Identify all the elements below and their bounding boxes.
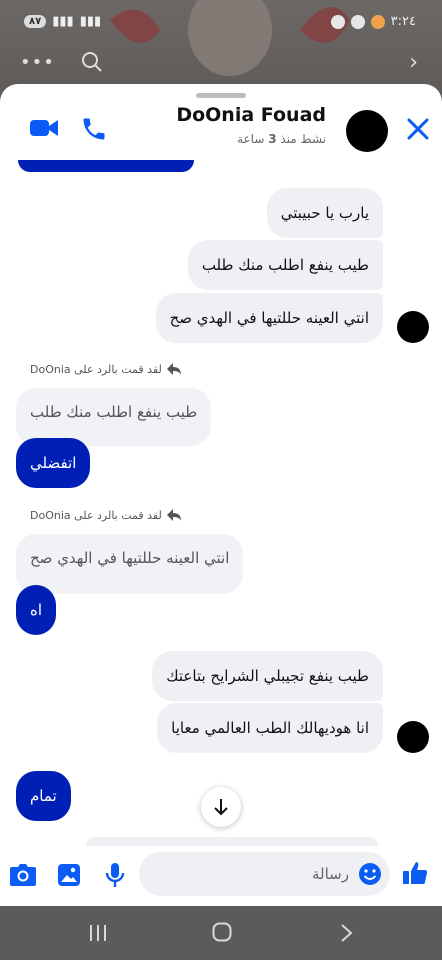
message-input[interactable] (179, 852, 349, 896)
reply-arrow-icon (166, 509, 181, 521)
contact-avatar[interactable] (346, 110, 388, 152)
camera-icon[interactable] (10, 864, 36, 886)
sender-avatar[interactable] (397, 311, 429, 343)
video-call-icon[interactable] (30, 118, 58, 138)
message-outgoing[interactable]: اه (16, 585, 57, 635)
battery-indicator: ٨٧ (24, 15, 47, 28)
message-field[interactable] (139, 852, 390, 896)
recent-apps-icon[interactable] (88, 924, 108, 942)
reply-indicator: لقد قمت بالرد على DoOnia (30, 508, 182, 522)
message-incoming[interactable]: يارب يا حبيبتي (266, 188, 383, 238)
more-options-icon: ••• (20, 52, 55, 73)
active-status: نشط منذ 3 ساعة (237, 132, 326, 146)
reply-indicator: لقد قمت بالرد على DoOnia (30, 362, 182, 376)
messenger-icon (350, 14, 365, 29)
message-outgoing[interactable]: اتفضلي (16, 438, 91, 488)
reply-label: لقد قمت بالرد على DoOnia (30, 362, 162, 376)
clock: ٣:٢٤ (390, 14, 416, 29)
arrow-down-icon (214, 799, 228, 816)
signal-icon: ▮▮▮ (52, 14, 74, 29)
active-suffix: ساعة (237, 132, 265, 146)
app-notification-icon (370, 14, 385, 29)
message-bubble-partial (18, 160, 194, 172)
back-icon[interactable] (340, 923, 354, 943)
phone-call-icon[interactable] (80, 115, 108, 143)
chat-header: DoOnia Fouad نشط منذ 3 ساعة (0, 98, 442, 164)
message-incoming[interactable]: طيب ينفع اطلب منك طلب (187, 240, 383, 290)
active-hours: 3 (268, 132, 277, 146)
chevron-right-icon: › (409, 50, 418, 75)
microphone-icon[interactable] (105, 862, 125, 888)
reply-label: لقد قمت بالرد على DoOnia (30, 508, 162, 522)
message-outgoing[interactable]: تمام (16, 771, 71, 821)
reply-arrow-icon (166, 363, 181, 375)
scroll-to-bottom-button[interactable] (201, 787, 241, 827)
close-icon[interactable] (406, 117, 430, 141)
signal-icon-2: ▮▮▮ (79, 14, 102, 29)
message-incoming[interactable]: طيب ينفع تجيبلي الشرايح بتاعتك (152, 651, 383, 701)
home-icon[interactable] (212, 922, 232, 942)
thumbs-up-icon[interactable] (402, 860, 428, 886)
sender-avatar[interactable] (397, 721, 429, 753)
system-navigation-bar (0, 906, 442, 960)
contact-name: DoOnia Fouad (176, 104, 326, 126)
chat-sheet: DoOnia Fouad نشط منذ 3 ساعة يارب يا حبيب… (0, 84, 442, 906)
emoji-icon[interactable] (358, 862, 382, 886)
status-bar: ٨٧ ▮▮▮ ▮▮▮ ٣:٢٤ (0, 8, 442, 38)
message-incoming[interactable]: انا هوديهالك الطب العالمي معايا (157, 703, 383, 753)
search-icon (82, 52, 102, 72)
notification-icon (330, 14, 345, 29)
active-prefix: نشط منذ (280, 132, 326, 146)
gallery-icon[interactable] (57, 863, 81, 887)
quoted-message[interactable]: انتي العينه حللتيها في الهدي صح (16, 534, 244, 594)
message-incoming[interactable]: انتي العينه حللتيها في الهدي صح (155, 293, 383, 343)
composer-bar (0, 846, 442, 906)
